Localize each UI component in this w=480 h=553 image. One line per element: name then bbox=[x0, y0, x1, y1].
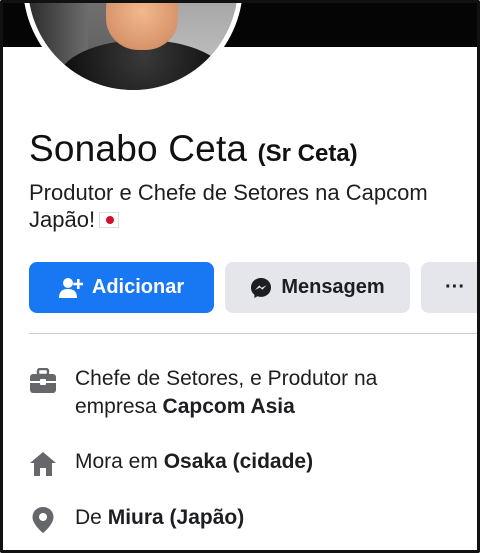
profile-bio: Produtor e Chefe de Setores na Capcom Ja… bbox=[29, 179, 469, 233]
add-friend-label: Adicionar bbox=[91, 276, 185, 298]
intro-work-company[interactable]: Capcom Asia bbox=[163, 395, 295, 418]
messenger-icon bbox=[250, 277, 272, 299]
profile-picture[interactable] bbox=[23, 3, 243, 95]
section-divider bbox=[29, 333, 477, 334]
intro-lives-in-city[interactable]: Osaka (cidade) bbox=[164, 450, 313, 473]
intro-from-prefix: De bbox=[75, 506, 102, 529]
profile-alternate-name: (Sr Ceta) bbox=[257, 140, 358, 167]
japan-flag-icon bbox=[99, 212, 120, 228]
briefcase-icon bbox=[29, 367, 57, 395]
intro-work: Chefe de Setores, e Produtor na empresa … bbox=[29, 365, 449, 421]
profile-name-row: Sonabo Ceta (Sr Ceta) bbox=[29, 128, 358, 170]
intro-from: De Miura (Japão) bbox=[29, 504, 244, 534]
intro-from-text: De Miura (Japão) bbox=[75, 504, 244, 532]
message-button[interactable]: Mensagem bbox=[225, 262, 410, 313]
more-dots-icon: ··· bbox=[445, 276, 465, 298]
profile-name: Sonabo Ceta bbox=[29, 128, 248, 169]
intro-lives-in: Mora em Osaka (cidade) bbox=[29, 448, 313, 478]
profile-screen: Sonabo Ceta (Sr Ceta) Produtor e Chefe d… bbox=[0, 0, 480, 553]
intro-lives-in-prefix: Mora em bbox=[75, 450, 158, 473]
intro-work-text: Chefe de Setores, e Produtor na empresa … bbox=[75, 365, 449, 421]
add-friend-button[interactable]: Adicionar bbox=[29, 262, 214, 313]
intro-lives-in-text: Mora em Osaka (cidade) bbox=[75, 448, 313, 476]
add-friend-icon bbox=[58, 277, 83, 299]
house-icon bbox=[29, 450, 57, 478]
profile-bio-text: Produtor e Chefe de Setores na Capcom Ja… bbox=[29, 180, 428, 232]
message-label: Mensagem bbox=[281, 276, 385, 298]
more-options-button[interactable]: ··· bbox=[421, 262, 477, 313]
location-pin-icon bbox=[29, 506, 57, 534]
intro-from-place[interactable]: Miura (Japão) bbox=[108, 506, 245, 529]
